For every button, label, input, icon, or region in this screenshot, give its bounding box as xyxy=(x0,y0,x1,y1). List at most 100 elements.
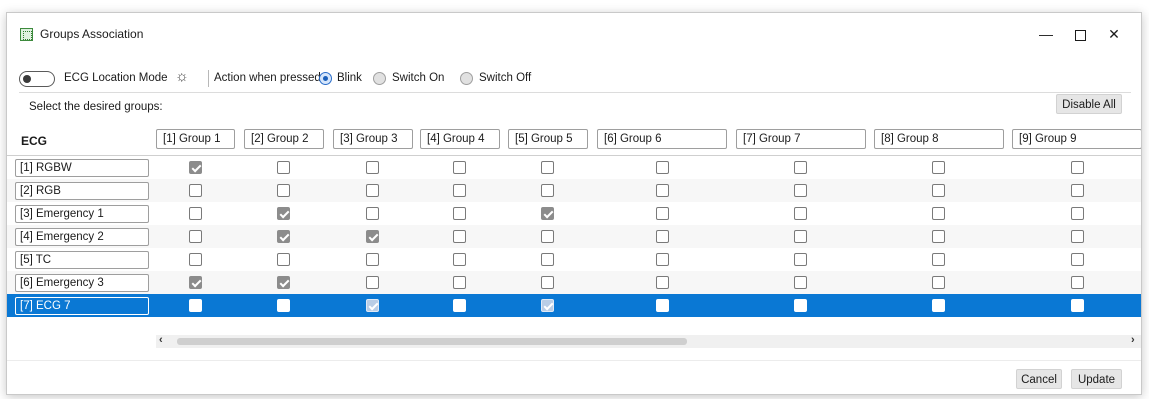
group-checkbox[interactable] xyxy=(189,184,202,197)
group-checkbox[interactable] xyxy=(541,253,554,266)
group-checkbox[interactable] xyxy=(932,161,945,174)
group-checkbox[interactable] xyxy=(1071,184,1084,197)
group-checkbox[interactable] xyxy=(366,184,379,197)
group-checkbox[interactable] xyxy=(932,253,945,266)
group-checkbox[interactable] xyxy=(277,253,290,266)
group-checkbox[interactable] xyxy=(794,230,807,243)
group-checkbox[interactable] xyxy=(541,184,554,197)
blink-radio[interactable] xyxy=(319,72,332,85)
group-header[interactable]: [9] Group 9 xyxy=(1012,129,1141,149)
group-checkbox[interactable] xyxy=(366,207,379,220)
group-checkbox[interactable] xyxy=(656,161,669,174)
group-checkbox[interactable] xyxy=(453,253,466,266)
group-checkbox[interactable] xyxy=(656,253,669,266)
group-checkbox[interactable] xyxy=(932,207,945,220)
group-checkbox[interactable] xyxy=(277,299,290,312)
ecg-name-cell[interactable]: [4] Emergency 2 xyxy=(15,228,149,246)
cancel-button[interactable]: Cancel xyxy=(1016,369,1062,389)
group-checkbox[interactable] xyxy=(366,230,379,243)
group-checkbox[interactable] xyxy=(932,184,945,197)
group-checkbox[interactable] xyxy=(366,299,379,312)
group-checkbox[interactable] xyxy=(794,161,807,174)
ecg-name-cell[interactable]: [3] Emergency 1 xyxy=(15,205,149,223)
group-checkbox[interactable] xyxy=(189,207,202,220)
group-checkbox[interactable] xyxy=(656,230,669,243)
group-checkbox[interactable] xyxy=(189,161,202,174)
group-checkbox[interactable] xyxy=(366,161,379,174)
scrollbar-thumb[interactable] xyxy=(177,338,687,345)
group-checkbox[interactable] xyxy=(189,276,202,289)
group-checkbox[interactable] xyxy=(656,299,669,312)
group-header[interactable]: [4] Group 4 xyxy=(420,129,500,149)
table-row[interactable]: [5] TC xyxy=(7,248,1141,271)
group-header[interactable]: [7] Group 7 xyxy=(736,129,866,149)
group-checkbox[interactable] xyxy=(277,207,290,220)
group-checkbox[interactable] xyxy=(932,299,945,312)
switch-off-label[interactable]: Switch Off xyxy=(479,72,531,84)
group-checkbox[interactable] xyxy=(1071,207,1084,220)
group-checkbox[interactable] xyxy=(453,230,466,243)
group-checkbox[interactable] xyxy=(189,253,202,266)
group-checkbox[interactable] xyxy=(366,253,379,266)
group-checkbox[interactable] xyxy=(656,184,669,197)
group-checkbox[interactable] xyxy=(453,276,466,289)
update-button[interactable]: Update xyxy=(1071,369,1122,389)
group-checkbox[interactable] xyxy=(1071,299,1084,312)
ecg-name-cell[interactable]: [7] ECG 7 xyxy=(15,297,149,315)
group-checkbox[interactable] xyxy=(277,184,290,197)
group-checkbox[interactable] xyxy=(366,276,379,289)
group-checkbox[interactable] xyxy=(1071,161,1084,174)
horizontal-scrollbar[interactable]: ‹ › xyxy=(156,334,1141,348)
table-row[interactable]: [7] ECG 7 xyxy=(7,294,1141,317)
group-checkbox[interactable] xyxy=(277,230,290,243)
group-checkbox[interactable] xyxy=(794,299,807,312)
group-checkbox[interactable] xyxy=(453,161,466,174)
group-checkbox[interactable] xyxy=(794,184,807,197)
table-row[interactable]: [3] Emergency 1 xyxy=(7,202,1141,225)
group-checkbox[interactable] xyxy=(1071,253,1084,266)
group-checkbox[interactable] xyxy=(453,299,466,312)
group-checkbox[interactable] xyxy=(453,184,466,197)
switch-off-radio[interactable] xyxy=(460,72,473,85)
ecg-name-cell[interactable]: [5] TC xyxy=(15,251,149,269)
group-header[interactable]: [6] Group 6 xyxy=(597,129,727,149)
group-checkbox[interactable] xyxy=(1071,276,1084,289)
group-checkbox[interactable] xyxy=(541,299,554,312)
table-row[interactable]: [1] RGBW xyxy=(7,156,1141,179)
scroll-right-icon[interactable]: › xyxy=(1131,334,1135,346)
group-checkbox[interactable] xyxy=(541,161,554,174)
group-checkbox[interactable] xyxy=(541,276,554,289)
group-checkbox[interactable] xyxy=(453,207,466,220)
group-checkbox[interactable] xyxy=(656,276,669,289)
group-header[interactable]: [8] Group 8 xyxy=(874,129,1004,149)
ecg-name-cell[interactable]: [1] RGBW xyxy=(15,159,149,177)
group-header[interactable]: [3] Group 3 xyxy=(333,129,413,149)
ecg-name-cell[interactable]: [2] RGB xyxy=(15,182,149,200)
table-row[interactable]: [2] RGB xyxy=(7,179,1141,202)
location-mode-toggle[interactable] xyxy=(19,71,55,87)
group-checkbox[interactable] xyxy=(794,253,807,266)
group-checkbox[interactable] xyxy=(277,276,290,289)
group-checkbox[interactable] xyxy=(541,207,554,220)
disable-all-button[interactable]: Disable All xyxy=(1056,94,1122,114)
blink-label[interactable]: Blink xyxy=(337,72,362,84)
table-row[interactable]: [4] Emergency 2 xyxy=(7,225,1141,248)
group-checkbox[interactable] xyxy=(541,230,554,243)
group-checkbox[interactable] xyxy=(189,230,202,243)
group-checkbox[interactable] xyxy=(794,207,807,220)
switch-on-label[interactable]: Switch On xyxy=(392,72,444,84)
group-checkbox[interactable] xyxy=(932,276,945,289)
switch-on-radio[interactable] xyxy=(373,72,386,85)
group-header[interactable]: [2] Group 2 xyxy=(244,129,324,149)
ecg-name-cell[interactable]: [6] Emergency 3 xyxy=(15,274,149,292)
scroll-left-icon[interactable]: ‹ xyxy=(159,334,163,346)
group-checkbox[interactable] xyxy=(189,299,202,312)
group-header[interactable]: [1] Group 1 xyxy=(156,129,235,149)
group-checkbox[interactable] xyxy=(1071,230,1084,243)
group-checkbox[interactable] xyxy=(656,207,669,220)
group-checkbox[interactable] xyxy=(277,161,290,174)
group-checkbox[interactable] xyxy=(794,276,807,289)
group-checkbox[interactable] xyxy=(932,230,945,243)
close-button[interactable]: ✕ xyxy=(1091,19,1137,49)
group-header[interactable]: [5] Group 5 xyxy=(508,129,588,149)
